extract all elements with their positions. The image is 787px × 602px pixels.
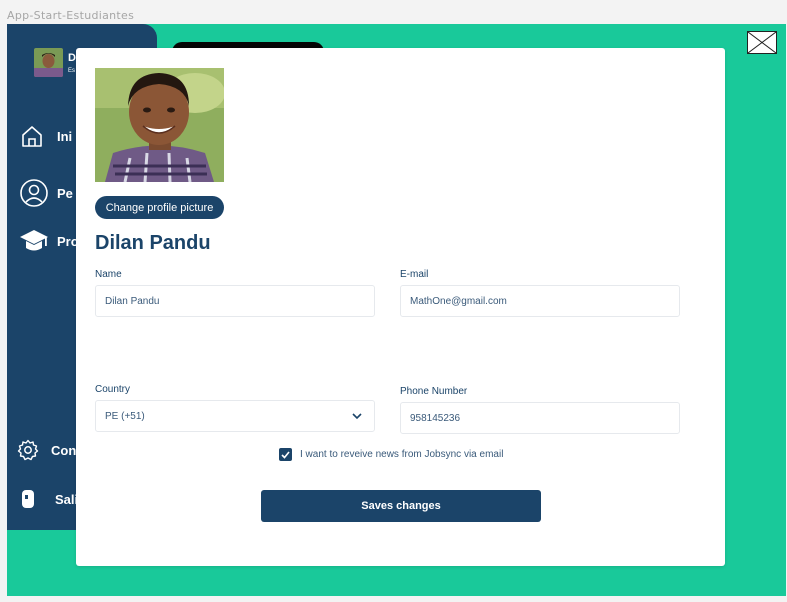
newsletter-option[interactable]: I want to reveive news from Jobsync via … [279, 448, 503, 461]
chevron-down-icon [352, 413, 362, 420]
name-label: Name [95, 269, 122, 280]
sidebar-item-label: Ini [57, 128, 73, 144]
phone-field-value: 958145236 [410, 412, 461, 424]
phone-field[interactable]: 958145236 [400, 402, 680, 434]
home-icon [22, 126, 42, 147]
phone-label: Phone Number [400, 386, 468, 397]
country-select-value: PE (+51) [105, 410, 145, 422]
sidebar-user-subtitle: Es [68, 68, 76, 74]
newsletter-checkbox[interactable] [279, 448, 292, 461]
email-label: E-mail [400, 269, 429, 280]
sidebar-user-name: D [68, 52, 76, 64]
name-field[interactable]: Dilan Pandu [95, 285, 375, 317]
sidebar-item-config[interactable]: Con [17, 439, 76, 461]
close-icon [747, 31, 777, 54]
change-profile-picture-button[interactable]: Change profile picture [95, 196, 224, 219]
close-placeholder-button[interactable] [747, 31, 777, 54]
country-label: Country [95, 384, 131, 395]
sidebar-avatar [34, 48, 63, 77]
profile-photo [95, 68, 224, 182]
newsletter-label: I want to reveive news from Jobsync via … [300, 449, 504, 460]
email-field[interactable]: MathOne@gmail.com [400, 285, 680, 317]
sidebar-item-label: Con [51, 442, 77, 458]
logout-icon [22, 490, 34, 508]
sidebar-item-home[interactable]: Ini [19, 123, 72, 149]
country-select[interactable]: PE (+51) [95, 400, 375, 432]
profile-name-heading: Dilan Pandu [95, 232, 211, 254]
name-field-value: Dilan Pandu [105, 295, 160, 307]
edit-profile-modal: Change profile picture Dilan Pandu Name … [76, 48, 725, 566]
email-field-value: MathOne@gmail.com [410, 295, 507, 307]
sidebar-item-programs[interactable]: Pro [19, 228, 79, 254]
sidebar-item-label: Pe [57, 185, 73, 201]
save-changes-button[interactable]: Saves changes [261, 490, 541, 522]
frame-title: App-Start-Estudiantes [7, 9, 135, 22]
user-icon [20, 179, 48, 207]
checkmark-icon [281, 450, 290, 459]
graduation-cap-icon [20, 230, 48, 251]
sidebar-item-label: Sali [55, 491, 79, 507]
app-canvas: D Es Ini Pe Pro Con Sali Change profile … [7, 24, 786, 596]
gear-icon [17, 439, 39, 461]
sidebar-item-profile[interactable]: Pe [19, 178, 73, 208]
sidebar-item-logout[interactable]: Sali [19, 488, 78, 510]
